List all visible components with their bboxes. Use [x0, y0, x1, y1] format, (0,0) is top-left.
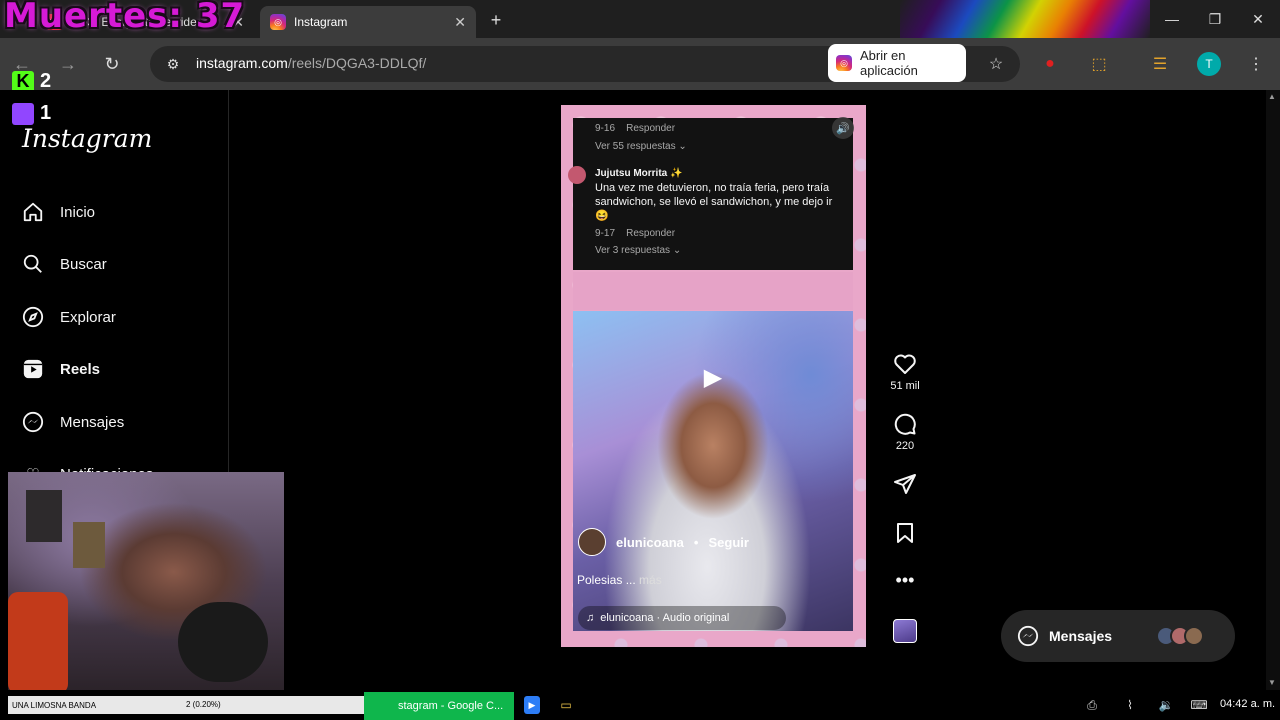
follow-button[interactable]: Seguir: [708, 535, 748, 550]
system-clock[interactable]: 04:42 a. m.: [1220, 698, 1275, 710]
comment-meta: 9-17 Responder: [595, 228, 676, 239]
twitch-counter: 1: [12, 102, 51, 125]
microphone: [178, 602, 268, 682]
comments-screenshot: 9-16 Responder Ver 55 respuestas ⌄ Jujut…: [573, 118, 853, 270]
messages-avatars: [1156, 626, 1205, 646]
close-window-button[interactable]: ✕: [1241, 8, 1275, 30]
sidebar-item-label: Buscar: [60, 255, 107, 273]
sidebar-item-label: Inicio: [60, 203, 96, 221]
site-settings-icon[interactable]: ⚙: [162, 53, 184, 75]
separator-dot: •: [693, 534, 699, 550]
scroll-down-icon[interactable]: ▼: [1268, 678, 1278, 687]
open-in-app-button[interactable]: ◎ Abrir en aplicación: [828, 44, 966, 82]
reels-icon: [20, 356, 46, 382]
close-tab-icon[interactable]: ✕: [454, 14, 466, 31]
audio-attribution[interactable]: ♫ elunicoana · Audio original: [578, 606, 786, 630]
search-icon: [20, 251, 46, 277]
avatar: [1184, 626, 1205, 646]
reload-button[interactable]: ↻: [100, 52, 124, 76]
sidebar-item-inicio[interactable]: Inicio: [20, 192, 220, 232]
heart-icon: [894, 354, 916, 374]
tab-instagram[interactable]: ◎ Instagram ✕: [260, 6, 476, 38]
owner-username[interactable]: elunicoana: [616, 535, 684, 550]
comment-text: Una vez me detuvieron, no traía feria, p…: [595, 182, 833, 222]
url-domain: instagram.com: [196, 55, 288, 71]
messages-pill[interactable]: Mensajes: [1001, 610, 1235, 662]
instagram-icon: ◎: [270, 14, 286, 30]
sidebar-item-label: Explorar: [60, 308, 116, 326]
comment-action[interactable]: 220: [880, 412, 930, 452]
owner-avatar[interactable]: [578, 528, 606, 556]
send-icon: [894, 474, 916, 494]
profile-avatar[interactable]: T: [1197, 52, 1221, 76]
twitch-icon: [12, 102, 34, 125]
comment-avatar: [568, 166, 586, 184]
scroll-up-icon[interactable]: ▲: [1268, 92, 1278, 101]
new-tab-button[interactable]: +: [484, 8, 508, 32]
compass-icon: [20, 304, 46, 330]
sidebar-item-label: Reels: [60, 360, 101, 378]
like-action[interactable]: 51 mil: [880, 352, 930, 392]
webcam-overlay: [8, 472, 284, 694]
media-control-icon[interactable]: ☰: [1148, 52, 1172, 76]
play-icon[interactable]: ▶: [700, 364, 726, 391]
url-text[interactable]: instagram.com/reels/DQGA3-DDLQf/: [196, 55, 426, 71]
save-action[interactable]: [880, 521, 930, 545]
bookmark-icon: [897, 523, 913, 543]
sidebar-item-explorar[interactable]: Explorar: [20, 297, 220, 337]
tab-title: Instagram: [294, 15, 348, 29]
comment-count: 220: [895, 440, 915, 452]
extensions-puzzle-icon[interactable]: ⬚: [1087, 52, 1111, 76]
url-path: /reels/DQGA3-DDLQf/: [287, 55, 427, 71]
reel-owner-row: elunicoana • Seguir: [578, 528, 749, 556]
instagram-logo[interactable]: Instagram: [22, 124, 152, 153]
sidebar-item-label: Mensajes: [60, 413, 125, 431]
keyboard-icon[interactable]: ⌨: [1188, 696, 1210, 714]
device-icon[interactable]: ⎙: [1082, 696, 1102, 714]
menu-kebab-icon[interactable]: ⋮: [1244, 52, 1268, 76]
sidebar-item-mensajes[interactable]: Mensajes: [20, 402, 220, 442]
view-replies: Ver 55 respuestas ⌄: [595, 141, 687, 152]
audio-label: elunicoana · Audio original: [600, 612, 730, 624]
volume-icon[interactable]: 🔉: [1156, 696, 1176, 714]
window-frame-decoration: [900, 0, 1150, 38]
open-in-app-label: Abrir en aplicación: [860, 48, 918, 78]
gaming-chair: [8, 592, 68, 694]
twitch-count: 1: [40, 102, 52, 124]
minimize-button[interactable]: —: [1155, 8, 1189, 30]
like-count: 51 mil: [890, 380, 920, 392]
taskbar-active-window[interactable]: stagram - Google C...: [364, 692, 514, 720]
caption-more-link[interactable]: más: [639, 573, 662, 587]
share-action[interactable]: [880, 472, 930, 496]
reel-caption: Polesias ... más: [577, 573, 662, 587]
home-icon: [20, 199, 46, 225]
view-replies: Ver 3 respuestas ⌄: [595, 245, 682, 256]
comment-user: Jujutsu Morrita ✨: [595, 168, 683, 179]
deaths-counter: Muertes: 37: [4, 0, 246, 36]
more-options-icon[interactable]: •••: [880, 570, 930, 591]
wall-poster: [26, 490, 62, 542]
audio-thumbnail[interactable]: [893, 619, 917, 643]
comment-meta: 9-16 Responder: [595, 123, 676, 134]
instagram-icon: ◎: [836, 55, 852, 71]
donation-progress-label: 2 (0.20%): [186, 700, 221, 709]
messages-label: Mensajes: [1049, 628, 1113, 644]
messenger-icon: [20, 409, 46, 435]
comment-icon: [894, 413, 916, 435]
wifi-icon[interactable]: ⌇: [1120, 696, 1140, 714]
extension-icon[interactable]: ●: [1038, 52, 1062, 76]
restore-button[interactable]: ❐: [1198, 8, 1232, 30]
volume-icon[interactable]: 🔊: [832, 117, 854, 139]
sidebar-item-reels[interactable]: Reels: [20, 349, 220, 389]
forward-button[interactable]: →: [56, 52, 80, 76]
wall-poster: [73, 522, 105, 568]
sidebar-item-buscar[interactable]: Buscar: [20, 244, 220, 284]
zoom-app-icon[interactable]: ▶: [524, 696, 540, 714]
bookmark-star-icon[interactable]: ☆: [984, 52, 1008, 76]
music-note-icon: ♫: [586, 612, 595, 624]
folder-icon[interactable]: ▭: [558, 696, 574, 714]
messenger-icon: [1017, 625, 1039, 647]
pattern-band: [573, 272, 853, 310]
page-scrollbar[interactable]: [1266, 90, 1280, 690]
